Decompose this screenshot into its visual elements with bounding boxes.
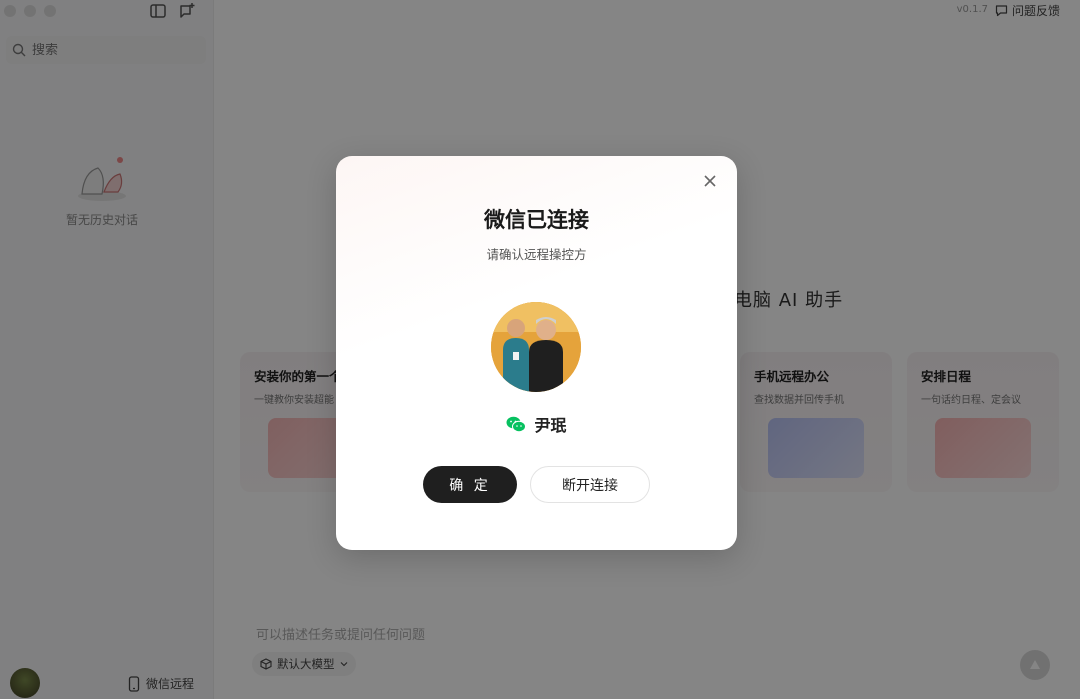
confirm-button[interactable]: 确 定 (423, 466, 517, 503)
dialog-title: 微信已连接 (484, 208, 589, 232)
remote-user-row: 尹珉 (336, 412, 737, 436)
wechat-icon (506, 416, 527, 432)
wechat-connected-dialog: 微信已连接 请确认远程操控方 尹珉 确 定 断开连接 (336, 156, 737, 550)
disconnect-button[interactable]: 断开连接 (530, 466, 650, 503)
remote-user-avatar (491, 302, 581, 392)
avatar-photo (491, 302, 581, 392)
close-icon[interactable] (701, 172, 719, 190)
remote-user-name: 尹珉 (534, 416, 567, 435)
dialog-subtitle: 请确认远程操控方 (486, 247, 587, 262)
